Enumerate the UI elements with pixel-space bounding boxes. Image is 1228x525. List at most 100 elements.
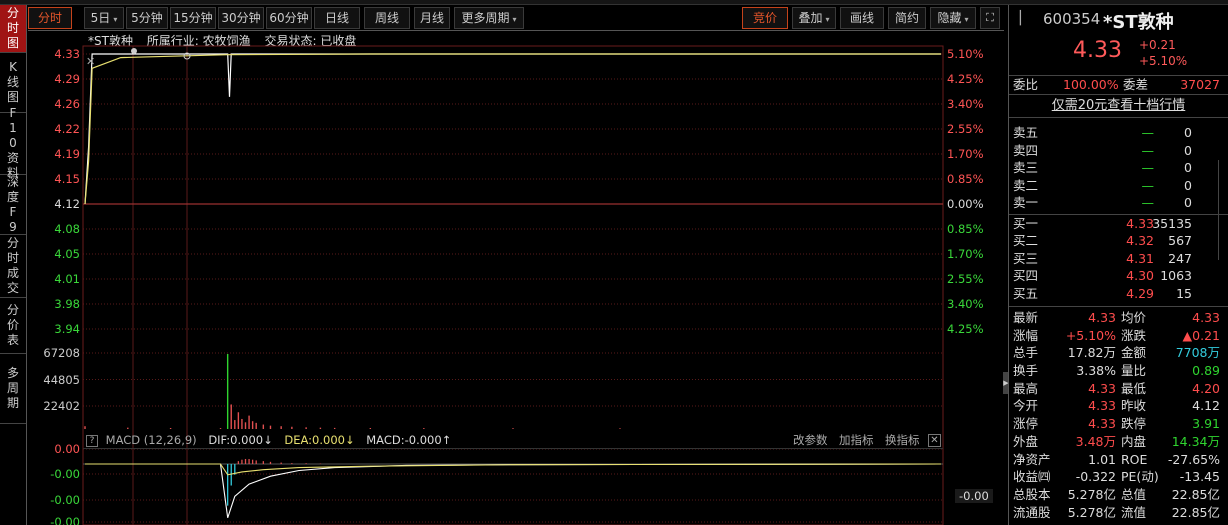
stock-terminal-window: 分时图 K线图 F10资料 深度F9 分时成交 分价表 多周期 分时 5日 ▾ 5分钟 15分钟 30… xyxy=(0,0,1228,525)
pct-tick-label: 4.25% xyxy=(947,322,984,336)
pct-tick-label: 1.70% xyxy=(947,147,984,161)
volume-bar xyxy=(241,418,243,429)
buy-order-book: 买一 4.33 35135 买二 4.32 567 买三 4.31 247 买四 4.30 1063 买… xyxy=(1009,215,1228,303)
toolbar-right-button-4[interactable]: 隐藏 ▾ xyxy=(930,7,976,29)
chevron-down-icon: ▾ xyxy=(964,15,969,24)
price-tick-label: 4.19 xyxy=(54,147,80,161)
buy-label: 买二 xyxy=(1013,233,1039,248)
volume-bar xyxy=(319,427,322,429)
macd-dea: DEA:0.000↓ xyxy=(284,433,355,447)
sell-price: — xyxy=(1141,177,1155,193)
close-icon[interactable]: ✕ xyxy=(928,434,941,447)
toolbar-right-button-3[interactable]: 简约 xyxy=(888,7,926,29)
nav-item-0[interactable]: 分时图 xyxy=(0,5,26,53)
pct-tick-label: 0.00% xyxy=(947,197,984,211)
marker-icon xyxy=(183,52,191,60)
toolbar-left-button-1[interactable]: 5日 ▾ xyxy=(84,7,124,29)
stat-label: 最高 xyxy=(1013,380,1039,396)
toolbar-left-button-8[interactable]: 月线 xyxy=(414,7,450,29)
chart-frame xyxy=(82,45,944,525)
toolbar-left-button-9[interactable]: 更多周期 ▾ xyxy=(454,7,524,29)
price-tick-label: 3.94 xyxy=(54,322,80,336)
stat-value: -0.322 xyxy=(1075,469,1116,485)
panel-scrollbar[interactable] xyxy=(1218,160,1226,260)
stock-change-value: +0.21 xyxy=(1139,38,1176,52)
stat-value: 3.91 xyxy=(1192,416,1220,432)
volume-bar xyxy=(262,424,265,429)
sell-price: — xyxy=(1141,160,1155,175)
volume-bar xyxy=(237,412,240,429)
volume-bar xyxy=(234,420,236,429)
macd-params-button[interactable]: 改参数 xyxy=(793,432,828,449)
chart-trade-status: 交易状态: 已收盘 xyxy=(264,34,357,48)
scroll-up-icon[interactable]: ▕ xyxy=(1011,11,1021,26)
nav-item-2[interactable]: F10资料 xyxy=(0,106,26,180)
price-series-1 xyxy=(84,53,941,205)
toolbar-left-button-0[interactable]: 分时 xyxy=(28,7,72,29)
stock-code: 600354 xyxy=(1043,10,1101,28)
toolbar-right-label-2: 画线 xyxy=(849,11,874,25)
stat-value: 4.33 xyxy=(1088,398,1116,414)
toolbar-left-label-7: 周线 xyxy=(374,11,399,25)
volume-bar xyxy=(248,415,250,429)
buy-volume: 15 xyxy=(1176,285,1192,301)
volume-tick-label: 22402 xyxy=(43,399,80,413)
toolbar-left-button-4[interactable]: 30分钟 xyxy=(218,7,264,29)
buy-price: 4.30 xyxy=(1126,268,1154,283)
pct-tick-label: 0.85% xyxy=(947,222,984,236)
buy-volume: 35135 xyxy=(1152,215,1192,231)
nav-item-3[interactable]: 深度F9 xyxy=(0,175,26,235)
pct-tick-label: 4.25% xyxy=(947,72,984,86)
volume-bar xyxy=(226,353,229,429)
stock-change: +0.21 +5.10% xyxy=(1139,37,1187,69)
volume-bar xyxy=(244,422,247,429)
toolbar-right-button-1[interactable]: 叠加 ▾ xyxy=(792,7,836,29)
stat-value: 4.33 xyxy=(1192,310,1220,325)
buy-price: 4.32 xyxy=(1126,233,1154,248)
toolbar-left-label-0: 分时 xyxy=(37,11,62,25)
sell-label: 卖四 xyxy=(1013,142,1039,158)
nav-item-5[interactable]: 分价表 xyxy=(0,298,26,354)
stat-label: 跌停 xyxy=(1121,416,1147,432)
sell-volume: 0 xyxy=(1184,125,1192,140)
sell-volume: 0 xyxy=(1184,195,1192,210)
help-icon[interactable]: ? xyxy=(86,434,98,447)
volume-bar xyxy=(169,427,172,429)
sell-row: 卖一 — 0 xyxy=(1009,194,1228,212)
stat-row: 涨幅 +5.10% 涨跌 ▲0.21 xyxy=(1009,327,1228,345)
stat-value: ▲0.21 xyxy=(1182,327,1220,343)
toolbar-left-label-1: 5日 xyxy=(90,11,111,25)
macd-add-indicator-button[interactable]: 加指标 xyxy=(839,432,874,449)
nav-item-6[interactable]: 多周期 xyxy=(0,354,26,424)
toolbar-left-button-7[interactable]: 周线 xyxy=(364,7,410,29)
macd-switch-indicator-button[interactable]: 换指标 xyxy=(885,432,920,449)
toolbar-left-button-3[interactable]: 15分钟 xyxy=(170,7,216,29)
ratio-row: 委比 100.00% 委差 37027 xyxy=(1009,76,1228,94)
toolbar-right-button-0[interactable]: 竞价 xyxy=(742,7,788,29)
volume-bar xyxy=(251,421,254,429)
sell-label: 卖五 xyxy=(1013,125,1039,140)
macd-tick-label: -0.00 xyxy=(50,493,80,507)
toolbar-left-button-2[interactable]: 5分钟 xyxy=(126,7,168,29)
price-tick-label: 4.08 xyxy=(54,222,80,236)
stat-label: 金额 xyxy=(1121,345,1147,361)
volume-bar xyxy=(230,404,232,429)
stat-row: 最高 4.33 最低 4.20 xyxy=(1009,380,1228,398)
stat-value: -27.65% xyxy=(1167,451,1220,467)
nav-item-4[interactable]: 分时成交 xyxy=(0,235,26,298)
nav-item-1[interactable]: K线图 xyxy=(0,53,26,113)
toolbar-right-label-3: 简约 xyxy=(894,11,919,25)
toolbar-right-button-2[interactable]: 画线 xyxy=(840,7,884,29)
toolbar-left-label-9: 更多周期 xyxy=(461,11,510,25)
price-series-0 xyxy=(84,53,941,205)
chevron-down-icon: ▾ xyxy=(113,15,118,24)
toolbar-left-button-6[interactable]: 日线 xyxy=(314,7,360,29)
toolbar-left-button-5[interactable]: 60分钟 xyxy=(266,7,312,29)
stat-label: 流值 xyxy=(1121,504,1147,520)
volume-bar xyxy=(305,427,307,429)
stat-row: 总股本 5.278亿 总值 22.85亿 xyxy=(1009,486,1228,504)
expand-icon[interactable]: ⛶ xyxy=(980,7,1000,29)
volume-bar xyxy=(423,428,425,429)
ten-level-quote-link[interactable]: 仅需20元查看十档行情 xyxy=(1009,95,1228,117)
macd-tick-label: 0.00 xyxy=(54,442,80,456)
